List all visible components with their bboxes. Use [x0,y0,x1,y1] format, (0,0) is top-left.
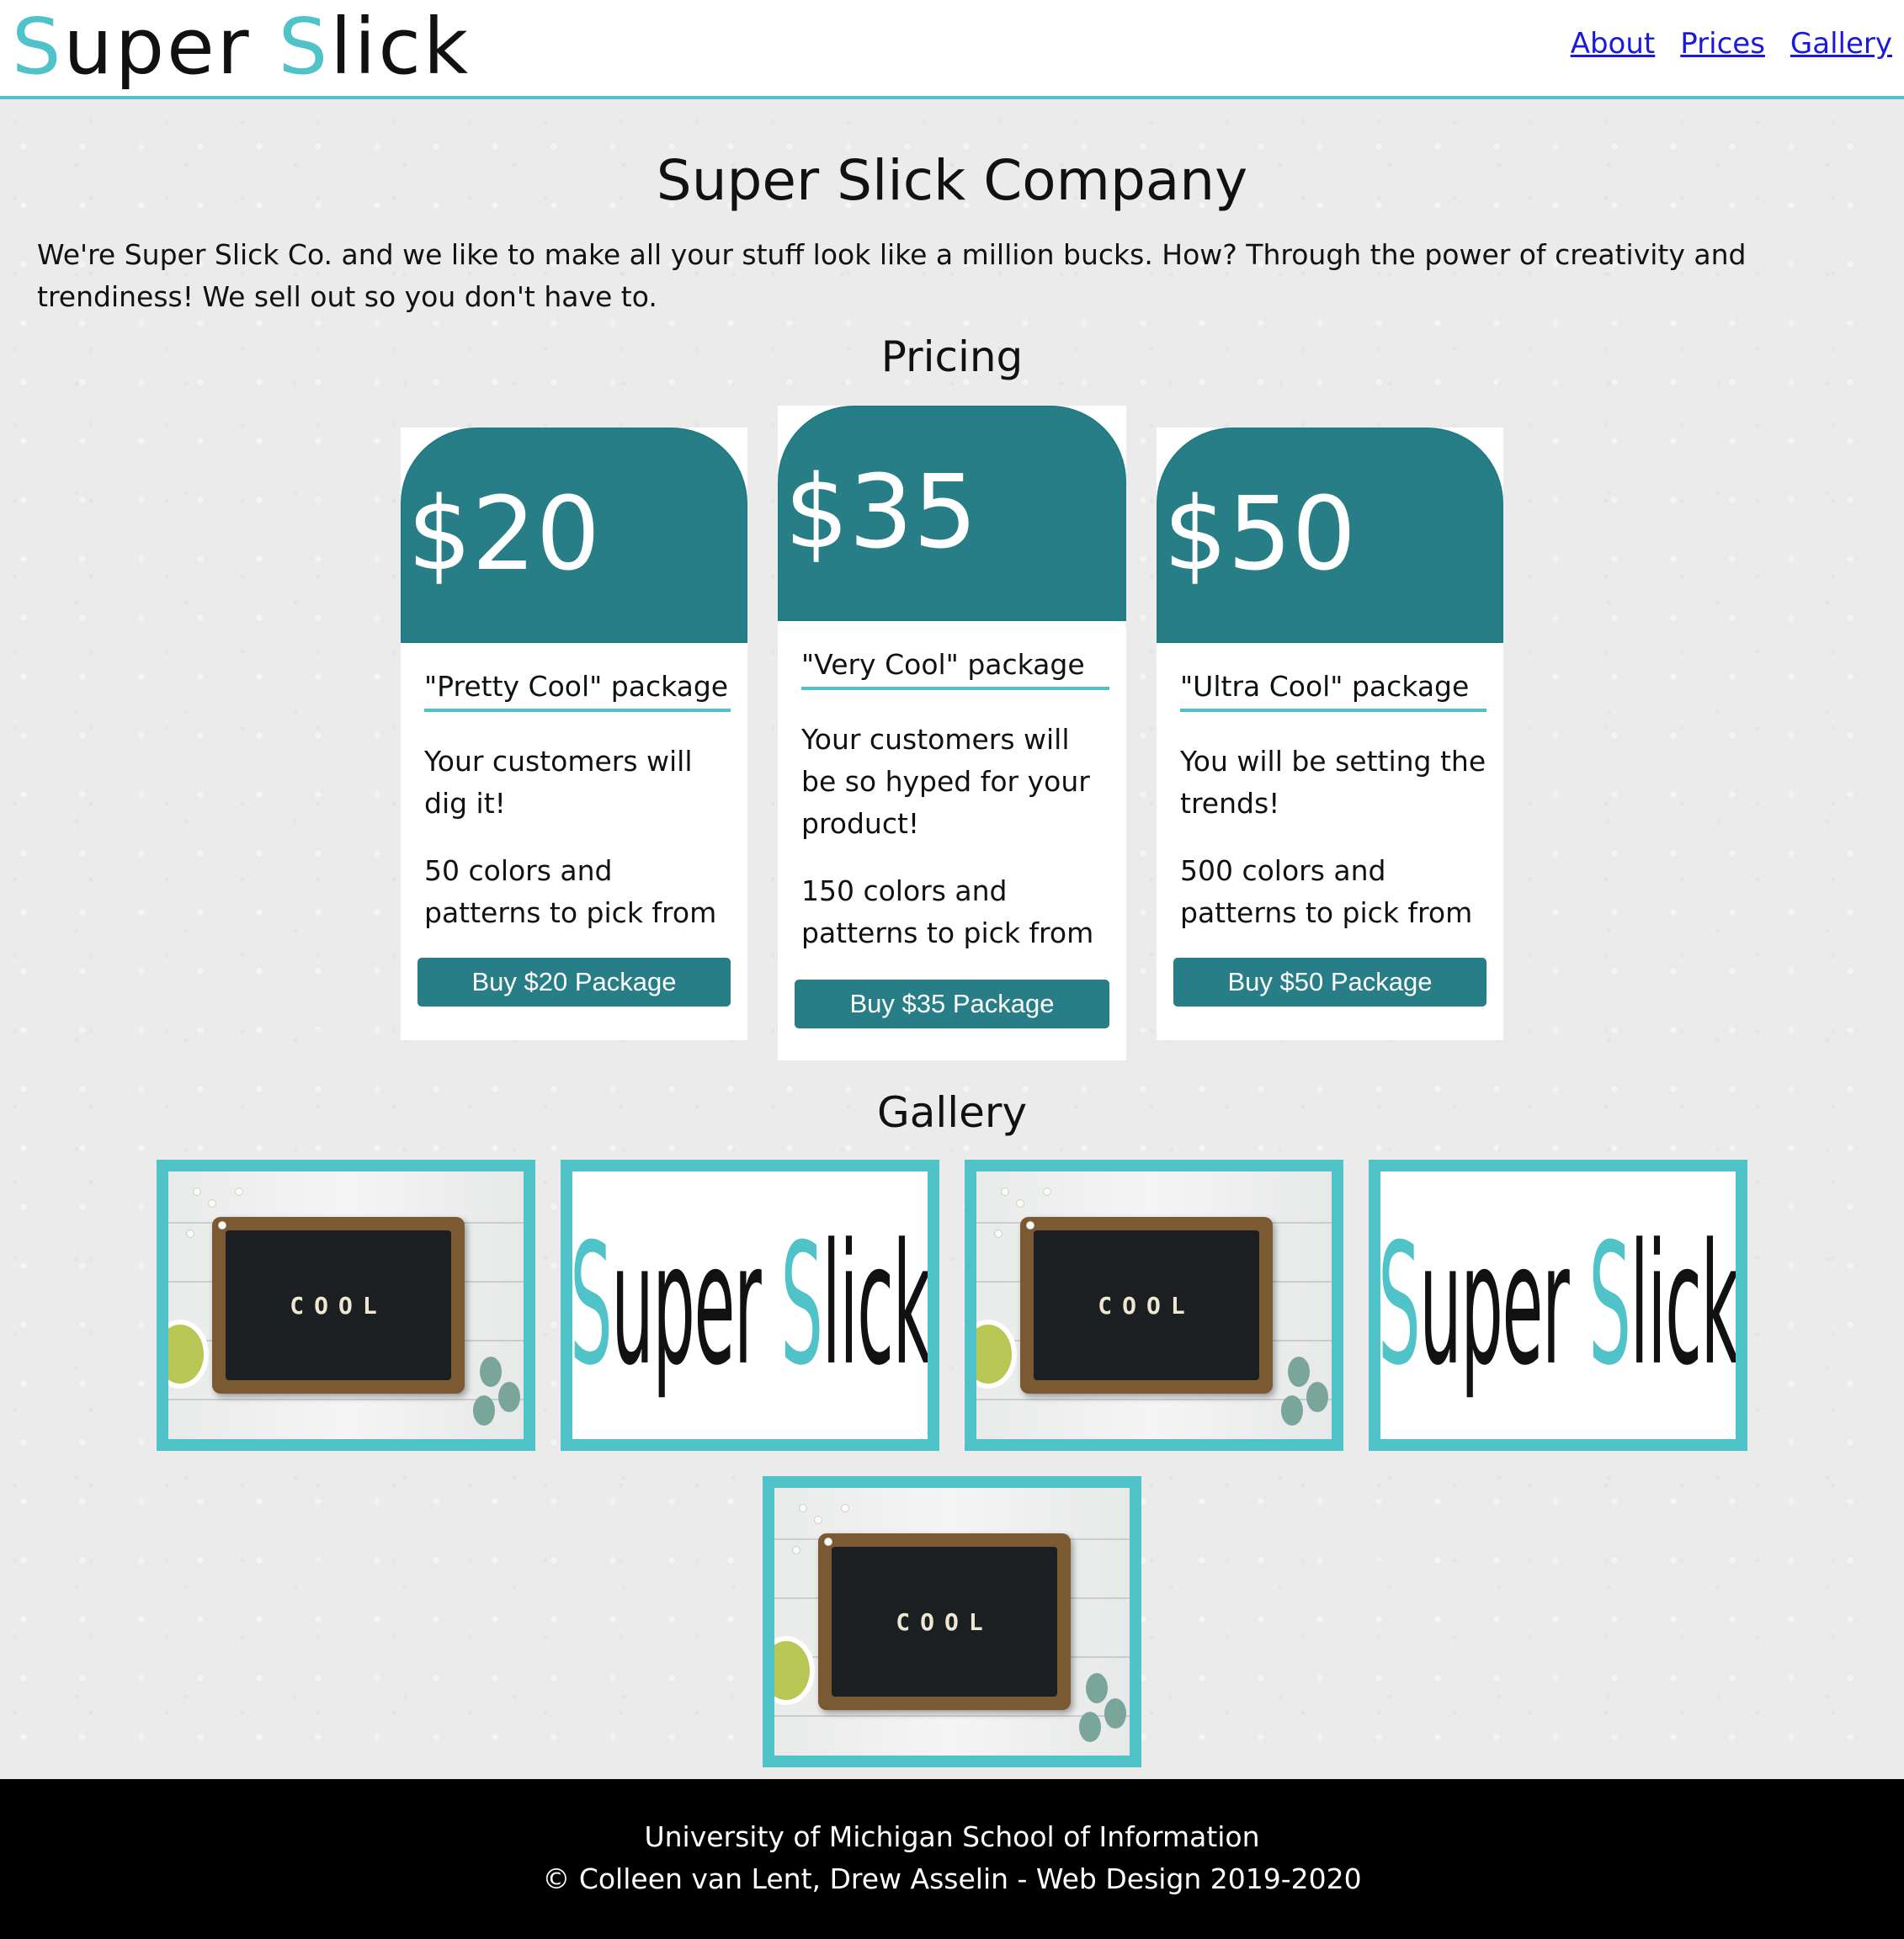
site-header: Super Slick About Prices Gallery [0,0,1904,99]
nav-link-gallery[interactable]: Gallery [1790,27,1892,61]
page-title: Super Slick Company [656,148,1248,213]
gallery-image-chalkboard[interactable]: COOL [157,1160,535,1451]
intro-text: We're Super Slick Co. and we like to mak… [37,238,1747,313]
package-colors: 150 colors and patterns to pick from [801,874,1094,949]
gallery-image-chalkboard[interactable]: COOL [763,1476,1141,1767]
gallery-image-logo[interactable]: Super Slick [1369,1160,1747,1451]
nav-link-about[interactable]: About [1571,27,1656,61]
logo-image: Super Slick [572,1171,928,1439]
pricing-heading: Pricing [880,332,1024,381]
pricing-card-35: $35 "Very Cool" package Your customers w… [778,406,1126,1060]
chalkboard-text: COOL [896,1607,993,1636]
chalkboard-text: COOL [1098,1291,1195,1320]
package-name: "Very Cool" package [801,646,1109,690]
package-colors: 500 colors and patterns to pick from [1180,854,1473,929]
gallery-heading: Gallery [876,1088,1028,1137]
package-description: Your customers will dig it! [424,745,693,820]
chalkboard-photo: COOL [168,1171,524,1439]
cup-icon [976,1320,1017,1389]
price-label: $50 [1157,428,1503,643]
package-colors: 50 colors and patterns to pick from [424,854,717,929]
price-label: $20 [401,428,747,643]
buy-35-button[interactable]: Buy $35 Package [795,980,1109,1028]
pricing-card-50: $50 "Ultra Cool" package You will be set… [1157,428,1503,1040]
package-name: "Pretty Cool" package [424,668,731,712]
site-logo[interactable]: Super Slick [12,0,471,94]
package-name: "Ultra Cool" package [1180,668,1487,712]
site-footer: University of Michigan School of Informa… [0,1779,1904,1939]
pricing-card-20: $20 "Pretty Cool" package Your customers… [401,428,747,1040]
logo-image: Super Slick [1380,1171,1736,1439]
gallery-image-logo[interactable]: Super Slick [561,1160,939,1451]
gallery-image-chalkboard[interactable]: COOL [965,1160,1343,1451]
chalkboard-text: COOL [290,1291,387,1320]
price-label: $35 [778,406,1126,621]
chalkboard-photo: COOL [976,1171,1332,1439]
package-description: Your customers will be so hyped for your… [801,723,1090,840]
cup-icon [774,1636,815,1705]
footer-copyright: © Colleen van Lent, Drew Asselin - Web D… [542,1862,1362,1895]
main-nav: About Prices Gallery [1571,27,1892,61]
nav-link-prices[interactable]: Prices [1680,27,1765,61]
footer-line-1: University of Michigan School of Informa… [644,1820,1260,1853]
buy-50-button[interactable]: Buy $50 Package [1173,958,1487,1007]
cup-icon [168,1320,209,1389]
chalkboard-photo: COOL [774,1488,1130,1756]
buy-20-button[interactable]: Buy $20 Package [417,958,731,1007]
package-description: You will be setting the trends! [1180,745,1487,820]
